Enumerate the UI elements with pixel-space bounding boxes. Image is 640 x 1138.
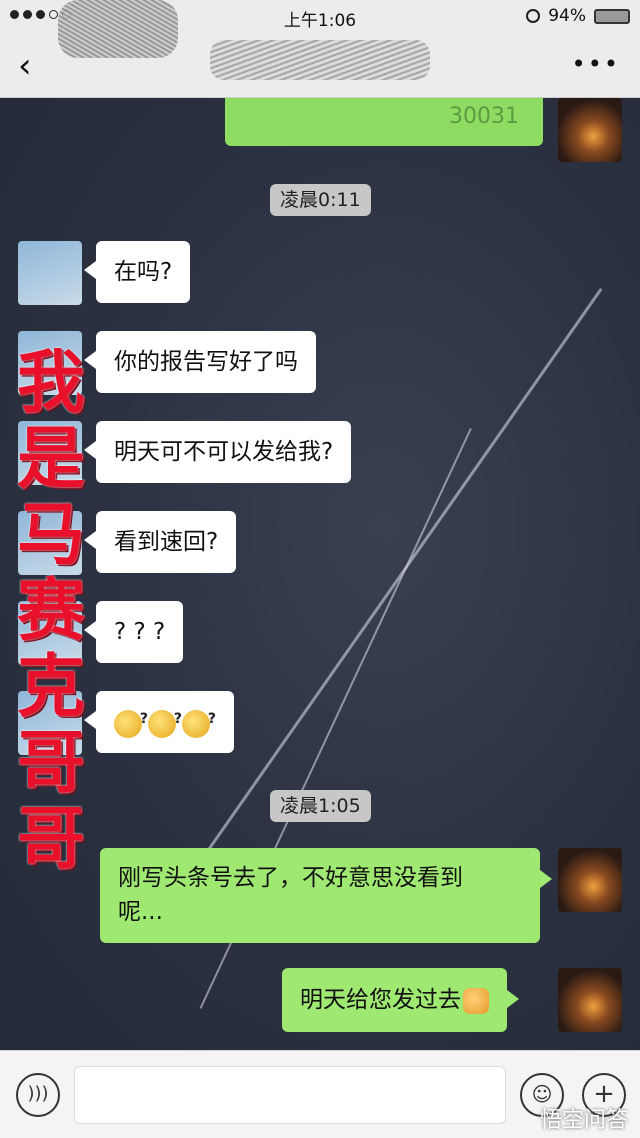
back-button[interactable]: ‹ (18, 44, 58, 88)
chat-area[interactable]: 30031 凌晨0:11 在吗? 你的报告写好了吗 明天可不可以发给我? 看到速… (0, 98, 640, 1050)
outgoing-message[interactable]: 明天给您发过去 (282, 968, 519, 1032)
outgoing-message-line: 呢... (118, 899, 163, 925)
message-input[interactable] (74, 1066, 506, 1124)
redacted-text: 30031 (449, 104, 519, 129)
timestamp: 凌晨1:05 (270, 790, 371, 822)
more-options-button[interactable]: ••• (572, 50, 620, 78)
incoming-message[interactable]: 看到速回? (83, 511, 237, 573)
fist-icon (463, 987, 489, 1014)
timestamp: 凌晨0:11 (270, 184, 371, 216)
incoming-emoji-message[interactable] (84, 691, 234, 753)
contact-avatar[interactable] (18, 241, 82, 305)
incoming-message[interactable]: 明天可不可以发给我? (83, 421, 352, 483)
battery-area: 94% (526, 6, 630, 26)
outgoing-message-line: 刚写头条号去了，不好意思没看到 (118, 865, 463, 891)
incoming-message[interactable]: 在吗? (83, 241, 191, 303)
dizzy-face-icon (148, 702, 182, 738)
dizzy-face-icon (182, 702, 216, 738)
watermark: 悟空问答 (539, 1108, 628, 1133)
outgoing-message-text: 明天给您发过去 (300, 987, 461, 1013)
outgoing-message[interactable]: 刚写头条号去了，不好意思没看到 呢... (100, 848, 552, 943)
overlay-caption: 我是马赛克哥哥 (16, 344, 85, 879)
my-avatar[interactable] (558, 848, 622, 912)
dizzy-face-icon (114, 702, 148, 738)
my-avatar[interactable] (558, 98, 622, 162)
contact-name-redaction (210, 40, 430, 80)
voice-icon[interactable]: ))) (16, 1073, 60, 1117)
redacted-message: 30031 (225, 98, 543, 146)
top-bar: 上午1:06 94% ‹ ••• (0, 0, 640, 98)
battery-icon (594, 8, 630, 24)
incoming-message[interactable]: 你的报告写好了吗 (84, 331, 316, 393)
battery-percent: 94% (548, 6, 586, 26)
my-avatar[interactable] (558, 968, 622, 1032)
incoming-message[interactable]: ? ? ? (83, 601, 184, 663)
status-bar: 上午1:06 94% (0, 0, 640, 58)
rotation-lock-icon (526, 9, 541, 23)
